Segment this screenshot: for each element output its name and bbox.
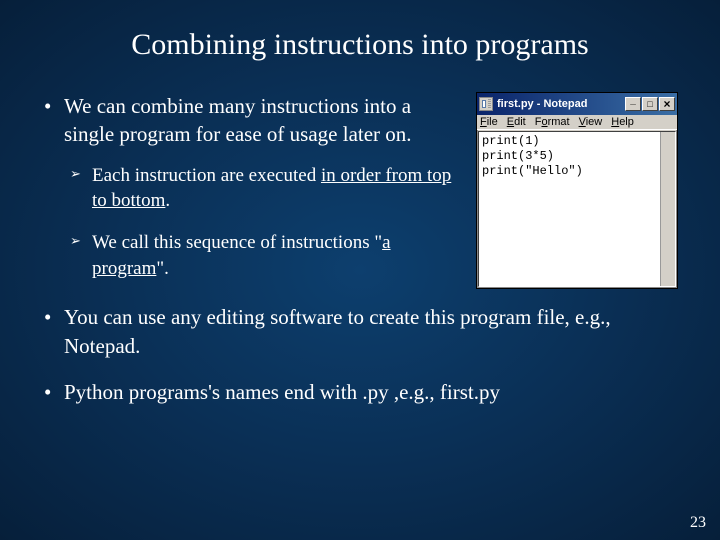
notepad-titlebar: first.py - Notepad (477, 93, 677, 115)
sub1-pre: Each instruction are executed (92, 165, 321, 186)
sub2-post: . (164, 258, 169, 279)
minimize-button[interactable] (625, 97, 641, 111)
menu-file[interactable]: FFileile (480, 116, 498, 128)
sub2-pre: We call this sequence of instructions (92, 232, 374, 253)
notepad-window: first.py - Notepad FFileile Edit Format … (476, 92, 678, 289)
sub2-q1: " (374, 232, 382, 253)
sub-bullet-1: Each instruction are executed in order f… (64, 163, 466, 214)
menu-format[interactable]: Format (535, 116, 570, 128)
maximize-button[interactable] (642, 97, 658, 111)
menu-view[interactable]: View (579, 116, 603, 128)
bullet-3: Python programs's names end with .py ,e.… (42, 378, 678, 406)
bullet-2: You can use any editing software to crea… (42, 303, 678, 360)
text-column: We can combine many instructions into a … (42, 92, 466, 299)
sub2-q2: " (156, 258, 164, 279)
bullet-1: We can combine many instructions into a … (42, 92, 466, 281)
close-button[interactable] (659, 97, 675, 111)
notepad-title-text: first.py - Notepad (497, 98, 625, 110)
page-number: 23 (690, 514, 706, 532)
notepad-icon (479, 97, 493, 111)
menu-edit[interactable]: Edit (507, 116, 526, 128)
sub-bullet-2: We call this sequence of instructions "a… (64, 230, 466, 281)
content-row: We can combine many instructions into a … (42, 92, 678, 299)
menu-help[interactable]: Help (611, 116, 634, 128)
slide-title: Combining instructions into programs (42, 28, 678, 62)
notepad-menubar: FFileile Edit Format View Help (477, 115, 677, 130)
notepad-textarea[interactable]: print(1) print(3*5) print("Hello") (478, 131, 676, 287)
sub1-post: . (165, 190, 170, 211)
bullet-1-text: We can combine many instructions into a … (64, 94, 412, 146)
